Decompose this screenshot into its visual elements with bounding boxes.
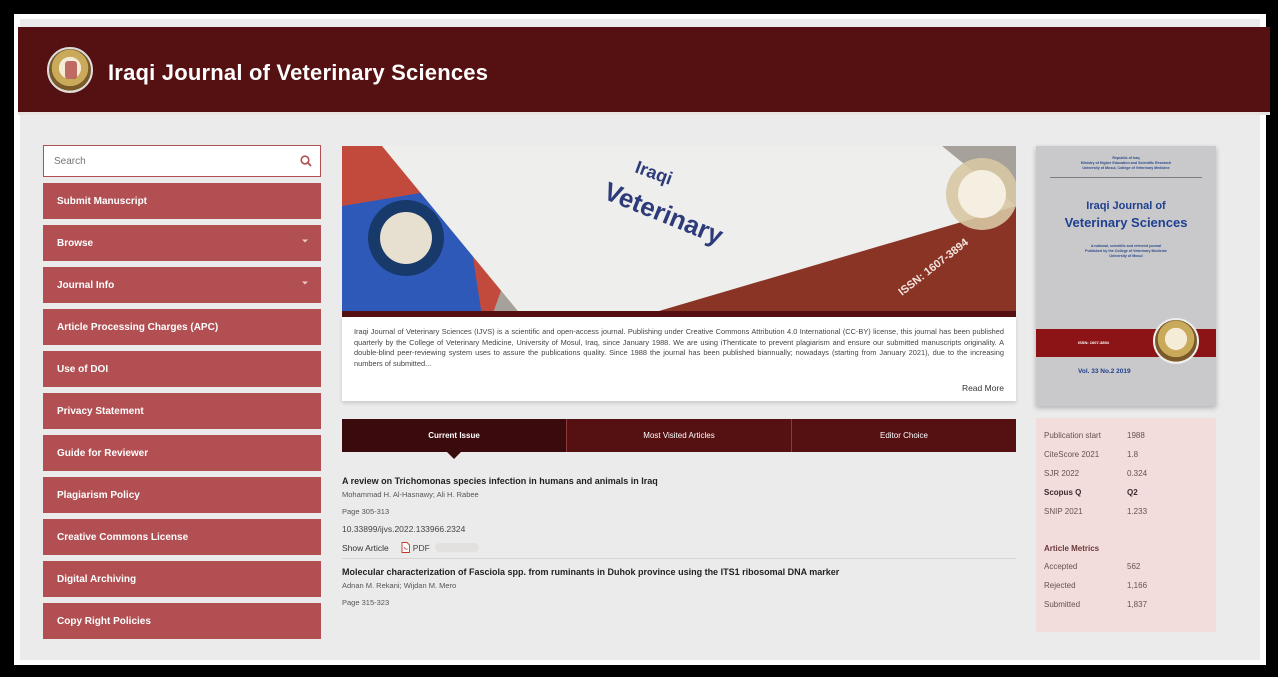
sidebar-item-guide-for-reviewer[interactable]: Guide for Reviewer (43, 435, 321, 471)
metric-value: 0.324 (1127, 469, 1148, 478)
cover-seal-icon (1153, 318, 1199, 364)
metric-value: Q2 (1127, 488, 1138, 497)
sidebar-item-browse[interactable]: Browse (43, 225, 321, 261)
metric-row: Scopus Q Q2 (1042, 483, 1210, 502)
sidebar-item-journal-info[interactable]: Journal Info (43, 267, 321, 303)
cover-divider (1050, 177, 1202, 178)
sidebar-item-plagiarism-policy[interactable]: Plagiarism Policy (43, 477, 321, 513)
sidebar-item-label: Guide for Reviewer (57, 447, 149, 459)
article-pages: Page 315-323 (342, 598, 390, 607)
pdf-icon (401, 542, 410, 553)
metric-key: Rejected (1044, 581, 1076, 590)
sidebar-item-label: Submit Manuscript (57, 195, 148, 207)
cover-title-line1: Iraqi Journal of (1086, 200, 1166, 212)
list-item: A review on Trichomonas species infectio… (342, 476, 1016, 559)
metric-row: Accepted 562 (1042, 557, 1210, 576)
search-box (43, 145, 321, 177)
article-list: A review on Trichomonas species infectio… (342, 476, 1016, 628)
header-bar: Iraqi Journal of Veterinary Sciences (18, 27, 1270, 115)
list-item: Molecular characterization of Fasciola s… (342, 567, 1016, 620)
metric-row: CiteScore 2021 1.8 (1042, 445, 1210, 464)
tab-most-visited[interactable]: Most Visited Articles (567, 419, 792, 452)
metric-value: 1988 (1127, 431, 1145, 440)
cover-top-text: Republic of Iraq Ministry of Higher Educ… (1036, 146, 1216, 171)
pdf-link[interactable]: PDF (401, 542, 430, 553)
metric-key: Accepted (1044, 562, 1078, 571)
sidebar-item-creative-commons[interactable]: Creative Commons License (43, 519, 321, 555)
cover-issn: ISSN: 1607-3894 (1078, 340, 1109, 345)
cover-title-line2: Veterinary Sciences (1064, 215, 1188, 230)
metric-value: 1.8 (1127, 450, 1139, 459)
metrics-panel: Publication start 1988 CiteScore 2021 1.8 … (1036, 418, 1216, 632)
search-icon[interactable] (300, 155, 312, 167)
pdf-label: PDF (412, 542, 430, 553)
cover-volume: Vol. 33 No.2 2019 (1078, 368, 1131, 375)
article-authors: Mohammad H. Al-Hasnawy; Ali H. Rabee (342, 490, 479, 499)
sidebar-item-label: Article Processing Charges (APC) (57, 321, 219, 333)
metric-row: SJR 2022 0.324 (1042, 464, 1210, 483)
sidebar-item-label: Use of DOI (57, 363, 109, 375)
cover-top-line: University of Mosul, College of Veterina… (1082, 166, 1170, 170)
metric-key: SJR 2022 (1044, 469, 1080, 478)
about-text: Iraqi Journal of Veterinary Sciences (IJ… (354, 327, 1004, 368)
article-tabs: Current Issue Most Visited Articles Edit… (342, 419, 1016, 459)
sidebar-item-label: Browse (57, 237, 94, 249)
sidebar-item-label: Privacy Statement (57, 405, 144, 417)
metric-row: Submitted 1,837 (1042, 595, 1210, 614)
sidebar-item-apc[interactable]: Article Processing Charges (APC) (43, 309, 321, 345)
sidebar-item-copyright-policies[interactable]: Copy Right Policies (43, 603, 321, 639)
cover-sub-line: University of Mosul (1109, 254, 1143, 258)
sidebar-item-label: Creative Commons License (57, 531, 189, 543)
chevron-down-icon (302, 281, 308, 285)
article-doi[interactable]: 10.33899/ijvs.2022.133966.2324 (342, 524, 1016, 534)
metric-value: 562 (1127, 562, 1141, 571)
metric-row: Publication start 1988 (1042, 426, 1210, 445)
metric-row: Rejected 1,166 (1042, 576, 1210, 595)
sidebar-item-label: Plagiarism Policy (57, 489, 140, 501)
article-metrics-title: Article Metrics (1044, 543, 1100, 553)
article-title[interactable]: A review on Trichomonas species infectio… (342, 476, 1016, 486)
metric-value: 1.233 (1127, 507, 1148, 516)
metric-key: SNIP 2021 (1044, 507, 1083, 516)
sidebar-item-label: Digital Archiving (57, 573, 137, 585)
tab-current-issue[interactable]: Current Issue (342, 419, 567, 459)
sidebar-item-privacy-statement[interactable]: Privacy Statement (43, 393, 321, 429)
about-panel: Iraqi Journal of Veterinary Sciences (IJ… (342, 317, 1016, 401)
article-title[interactable]: Molecular characterization of Fasciola s… (342, 567, 1016, 577)
metric-row: SNIP 2021 1.233 (1042, 502, 1210, 521)
hero-image: Iraqi Veterinary ISSN: 1607-3894 (342, 146, 1016, 316)
article-pages: Page 305-313 (342, 507, 390, 516)
metric-key: Publication start (1044, 431, 1101, 440)
cover-subtitle: A national, scientific and refereed jour… (1036, 244, 1216, 259)
metric-key: Scopus Q (1044, 488, 1082, 497)
metric-value: 1,837 (1127, 600, 1148, 609)
site-title[interactable]: Iraqi Journal of Veterinary Sciences (108, 60, 488, 86)
sidebar-item-submit-manuscript[interactable]: Submit Manuscript (43, 183, 321, 219)
article-authors: Adnan M. Rekani; Wijdan M. Mero (342, 581, 457, 590)
tab-editor-choice[interactable]: Editor Choice (792, 419, 1016, 452)
article-actions: Show Article PDF 763.77 K (342, 542, 1016, 553)
search-input[interactable] (44, 146, 284, 176)
read-more-link[interactable]: Read More (962, 383, 1004, 393)
chevron-down-icon (302, 239, 308, 243)
sidebar-item-digital-archiving[interactable]: Digital Archiving (43, 561, 321, 597)
sidebar-item-label: Copy Right Policies (57, 615, 151, 627)
metric-value: 1,166 (1127, 581, 1148, 590)
journal-logo-icon[interactable] (47, 47, 93, 93)
sidebar: Submit Manuscript Browse Journal Info Ar… (43, 145, 321, 645)
show-article-link[interactable]: Show Article (342, 543, 389, 553)
pdf-size-badge: 763.77 K (434, 543, 479, 552)
metric-key: CiteScore 2021 (1044, 450, 1100, 459)
journal-cover[interactable]: Republic of Iraq Ministry of Higher Educ… (1036, 146, 1216, 406)
sidebar-item-use-of-doi[interactable]: Use of DOI (43, 351, 321, 387)
metric-key: Submitted (1044, 600, 1081, 609)
sidebar-item-label: Journal Info (57, 279, 115, 291)
